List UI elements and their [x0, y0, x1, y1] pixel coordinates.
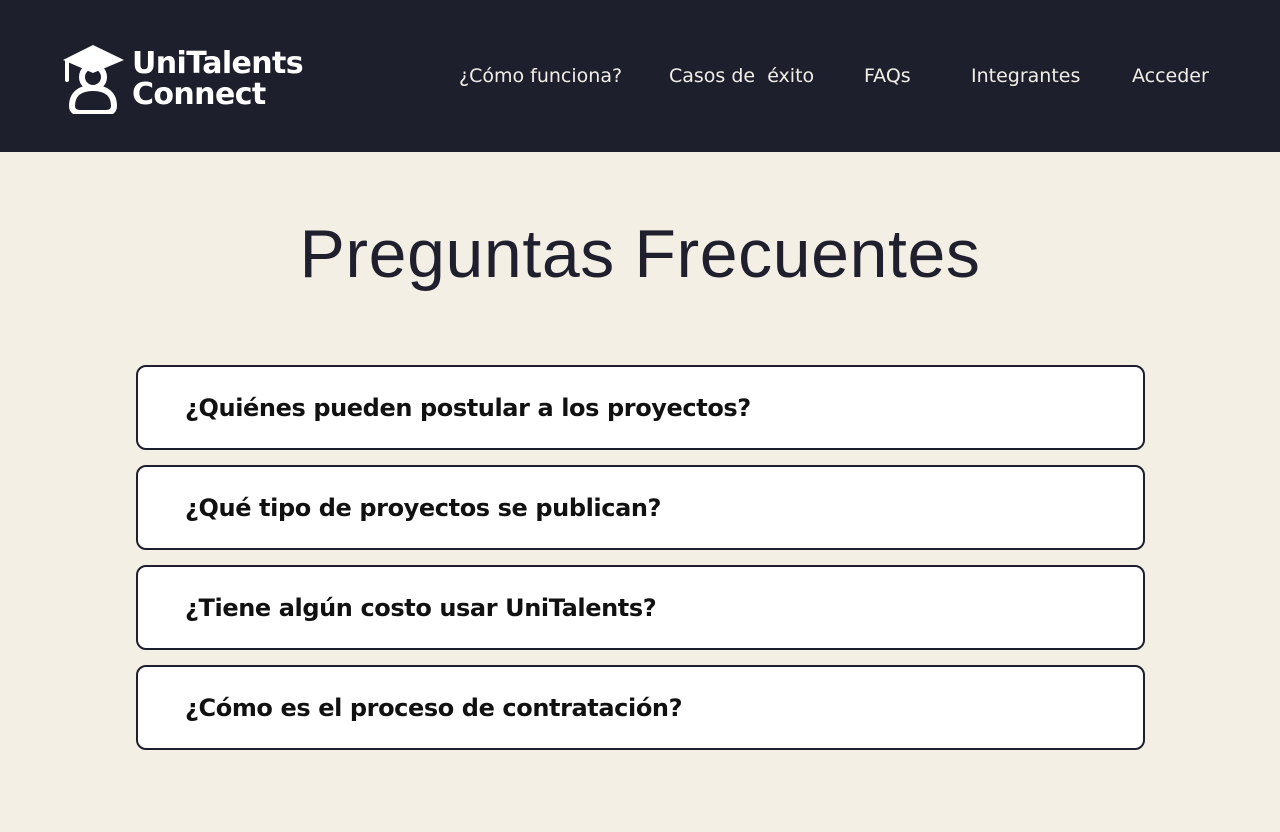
nav-link-casos-de-exito[interactable]: Casos de éxito [669, 62, 814, 90]
nav-link-faqs[interactable]: FAQs [864, 62, 911, 90]
faq-item-costo[interactable]: ¿Tiene algún costo usar UniTalents? [136, 565, 1145, 650]
faq-list: ¿Quiénes pueden postular a los proyectos… [136, 365, 1145, 765]
faq-item-proceso-contratacion[interactable]: ¿Cómo es el proceso de contratación? [136, 665, 1145, 750]
nav-link-integrantes[interactable]: Integrantes [971, 62, 1080, 90]
page-title: Preguntas Frecuentes [299, 216, 981, 292]
faq-question: ¿Cómo es el proceso de contratación? [185, 693, 683, 722]
faq-question: ¿Tiene algún costo usar UniTalents? [185, 593, 657, 622]
faq-question: ¿Quiénes pueden postular a los proyectos… [185, 393, 751, 422]
faq-item-quienes-pueden-postular[interactable]: ¿Quiénes pueden postular a los proyectos… [136, 365, 1145, 450]
top-header: UniTalents Connect ¿Cómo funciona? Casos… [0, 0, 1280, 152]
nav-link-acceder[interactable]: Acceder [1132, 62, 1209, 90]
main-nav: ¿Cómo funciona? Casos de éxito FAQs Inte… [0, 0, 1280, 152]
faq-item-tipo-de-proyectos[interactable]: ¿Qué tipo de proyectos se publican? [136, 465, 1145, 550]
nav-link-como-funciona[interactable]: ¿Cómo funciona? [459, 62, 622, 90]
faq-question: ¿Qué tipo de proyectos se publican? [185, 493, 662, 522]
